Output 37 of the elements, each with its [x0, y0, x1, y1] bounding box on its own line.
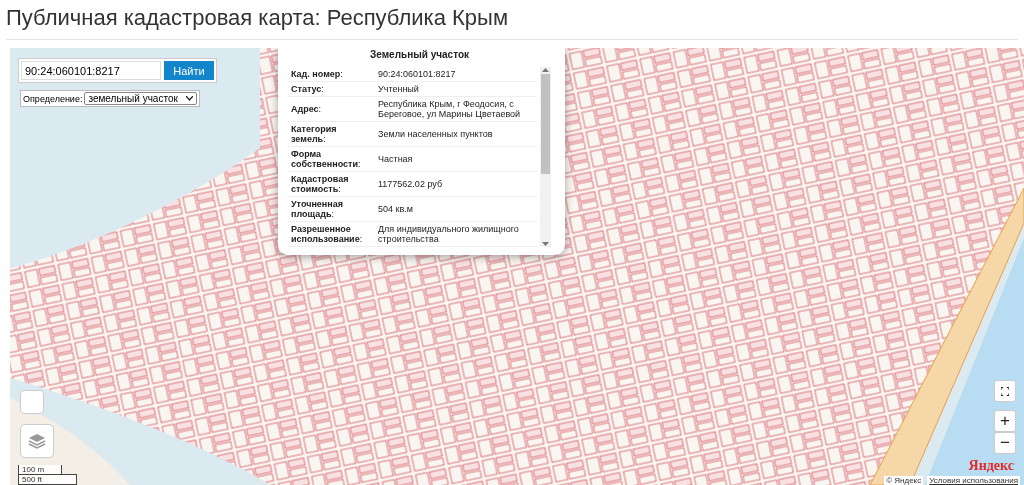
field-value: 1177562.02 руб [372, 171, 537, 197]
map-button[interactable] [20, 390, 44, 414]
cadastral-number-field[interactable]: 90:24:060101:8217 [21, 61, 161, 80]
caret-icon [185, 96, 193, 101]
find-button[interactable]: Найти [164, 61, 214, 80]
field-label: Кад. номер: [288, 67, 372, 82]
definition-label: Определение: [23, 93, 83, 104]
layers-button[interactable] [20, 424, 54, 458]
scale-label: 500 ft [18, 474, 77, 485]
popup-title: Земельный участок [369, 48, 470, 61]
field-label: Разрешенное использование: [288, 221, 372, 247]
field-label: Кадастровая стоимость: [288, 171, 372, 197]
field-label: Статус: [288, 81, 372, 97]
field-value: Частная [372, 146, 537, 172]
scroll-up-icon[interactable] [542, 67, 549, 72]
field-value: Земли населенных пунктов [372, 121, 537, 147]
scrollbar[interactable] [540, 67, 551, 247]
layers-icon [28, 433, 46, 449]
field-label: Категория земель: [288, 121, 372, 147]
field-value: 504 кв.м [372, 196, 537, 222]
fullscreen-button[interactable] [994, 380, 1016, 402]
zoom-in-button[interactable]: + [994, 410, 1016, 432]
field-value: Республика Крым, г Феодосия, с Береговое, ул Марины Цветаевой [372, 96, 537, 122]
field-value: Учтенный [372, 81, 537, 97]
field-value: 90:24:060101:8217 [372, 67, 537, 82]
field-label: Уточненная площадь: [288, 196, 372, 222]
fullscreen-icon [1001, 385, 1009, 397]
zoom-out-button[interactable]: − [994, 432, 1016, 454]
terms-link[interactable]: Условия использования [927, 476, 1020, 485]
definition-dropdown[interactable]: земельный участок [84, 92, 197, 105]
field-label: Форма собственности: [288, 146, 372, 172]
field-label: Адрес: [288, 96, 372, 122]
map-logo: Яндекс [968, 458, 1014, 474]
scroll-down-icon[interactable] [542, 242, 549, 247]
copyright-text: © Яндекс [884, 476, 924, 485]
field-value: Для индивидуального жилищного строительства [372, 221, 537, 247]
page-title: Публичная кадастровая карта: Республика Крым [6, 4, 509, 31]
